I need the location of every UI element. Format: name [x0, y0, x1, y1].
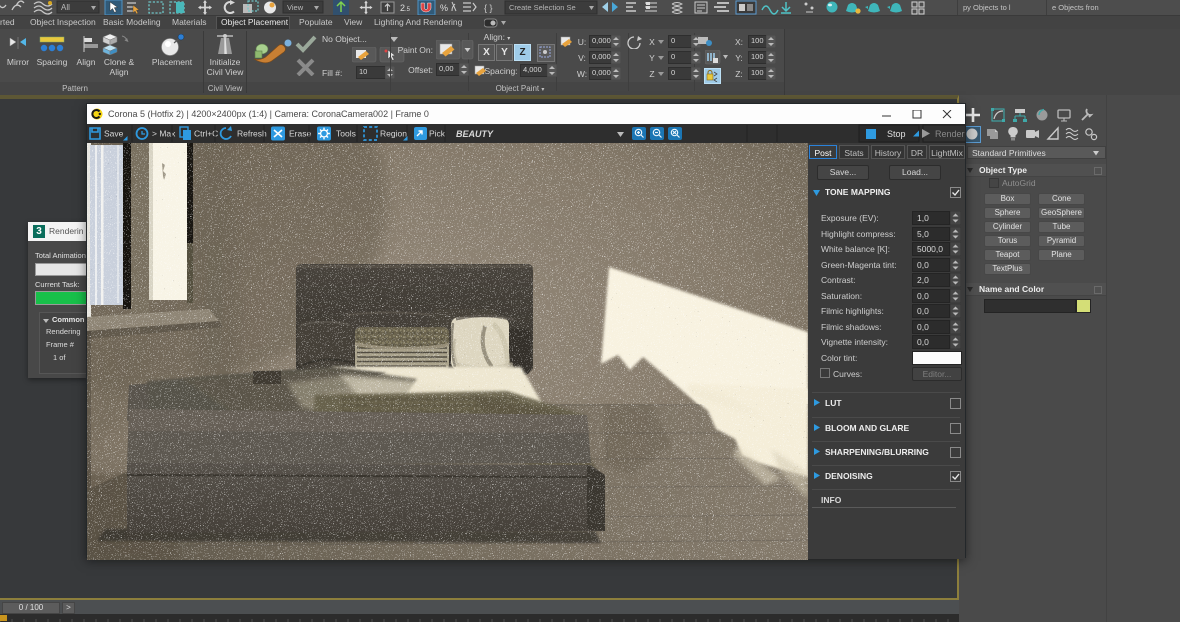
svg-text:Pick: Pick — [429, 129, 446, 139]
svg-text:Refresh: Refresh — [237, 129, 267, 139]
svg-text:View: View — [287, 3, 304, 12]
svg-text:%: % — [440, 3, 448, 13]
svg-text:2.5: 2.5 — [400, 3, 411, 13]
svg-text:> Max: > Max — [152, 129, 176, 139]
svg-text:Stop: Stop — [887, 129, 906, 139]
svg-text:Erase: Erase — [289, 129, 311, 139]
svg-text:Save: Save — [104, 129, 124, 139]
svg-text:All: All — [61, 3, 70, 12]
svg-text:py Objects to l: py Objects to l — [963, 3, 1011, 12]
svg-text:{ }: { } — [484, 3, 493, 13]
svg-text:Tools: Tools — [336, 129, 356, 139]
svg-text:BEAUTY: BEAUTY — [456, 129, 494, 139]
svg-text:e Objects fron: e Objects fron — [1052, 3, 1099, 12]
svg-text:Render: Render — [935, 129, 965, 139]
svg-text:Create Selection Se: Create Selection Se — [509, 3, 576, 12]
svg-text:Region: Region — [380, 129, 407, 139]
